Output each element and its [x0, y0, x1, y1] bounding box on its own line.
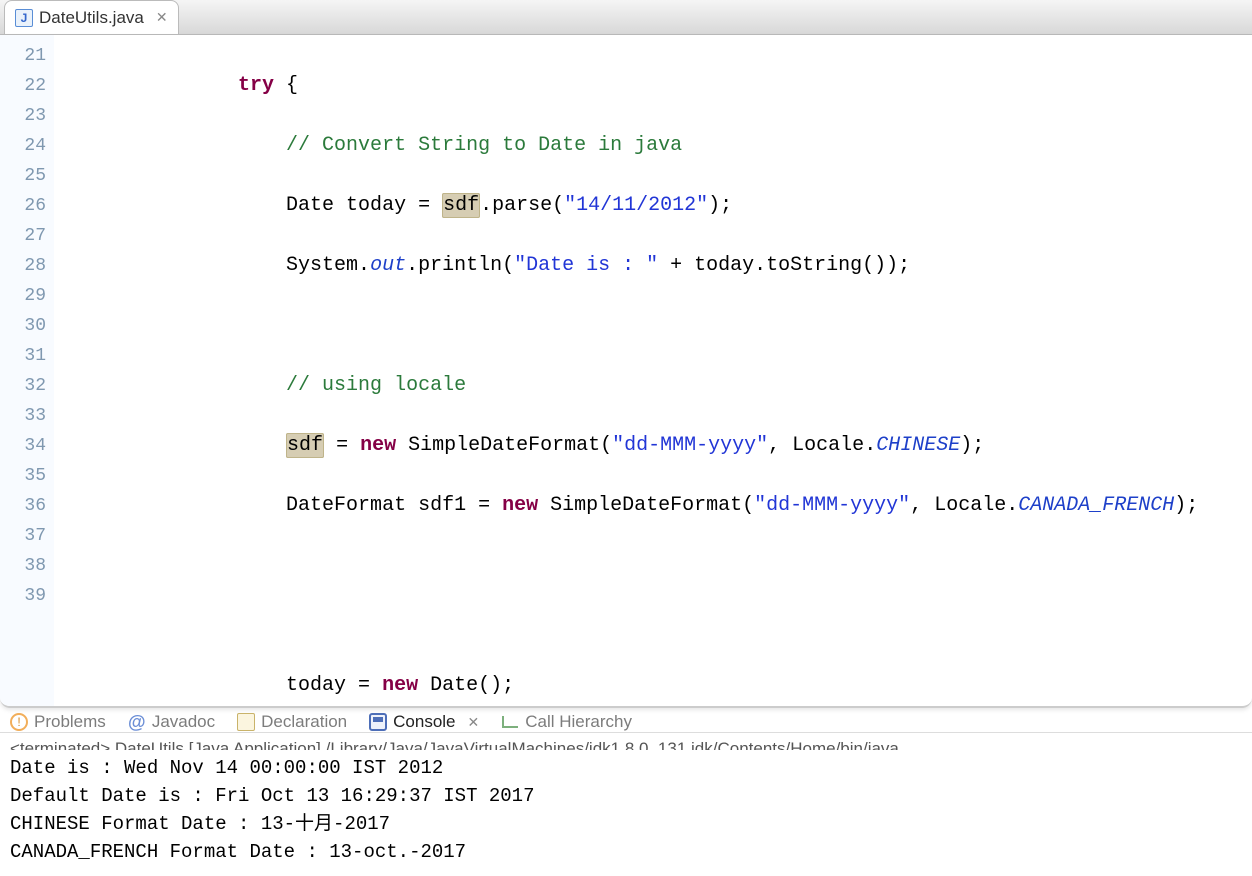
code-line: // Convert String to Date in java [70, 131, 1252, 161]
declaration-icon [237, 713, 255, 731]
tab-console-label: Console [393, 712, 455, 732]
code-line: sdf = new SimpleDateFormat("dd-MMM-yyyy"… [70, 431, 1252, 461]
tab-problems[interactable]: Problems [10, 712, 106, 732]
code-line [70, 311, 1252, 341]
call-hierarchy-icon [501, 713, 519, 731]
file-tab-label: DateUtils.java [39, 8, 144, 28]
code-line [70, 611, 1252, 641]
editor-tab-bar: J DateUtils.java ✕ [0, 0, 1252, 35]
java-file-icon: J [15, 9, 33, 27]
code-line: DateFormat sdf1 = new SimpleDateFormat("… [70, 491, 1252, 521]
code-line [70, 551, 1252, 581]
tab-declaration-label: Declaration [261, 712, 347, 732]
code-area[interactable]: try { // Convert String to Date in java … [54, 35, 1252, 706]
code-line: System.out.println("Date is : " + today.… [70, 251, 1252, 281]
tab-call-hierarchy-label: Call Hierarchy [525, 712, 632, 732]
code-editor[interactable]: 21 22 23 24 25 26 27 28 29 30 31 32 33 3… [0, 35, 1252, 708]
tab-javadoc-label: Javadoc [152, 712, 215, 732]
close-console-icon[interactable]: ✕ [468, 714, 480, 731]
console-icon [369, 713, 387, 731]
tab-console[interactable]: Console ✕ [369, 712, 479, 732]
javadoc-icon: @ [128, 713, 146, 731]
tab-declaration[interactable]: Declaration [237, 712, 347, 732]
code-line: // using locale [70, 371, 1252, 401]
code-line: try { [70, 71, 1252, 101]
code-line: Date today = sdf.parse("14/11/2012"); [70, 191, 1252, 221]
bottom-view-tabs: Problems @ Javadoc Declaration Console ✕… [0, 710, 1252, 733]
close-tab-icon[interactable]: ✕ [156, 9, 168, 26]
problems-icon [10, 713, 28, 731]
tab-call-hierarchy[interactable]: Call Hierarchy [501, 712, 632, 732]
code-line: today = new Date(); [70, 671, 1252, 701]
line-number-gutter: 21 22 23 24 25 26 27 28 29 30 31 32 33 3… [0, 35, 54, 706]
tab-problems-label: Problems [34, 712, 106, 732]
console-output[interactable]: Date is : Wed Nov 14 00:00:00 IST 2012 D… [0, 750, 1252, 876]
file-tab-dateutils[interactable]: J DateUtils.java ✕ [4, 0, 179, 34]
tab-javadoc[interactable]: @ Javadoc [128, 712, 215, 732]
console-header: <terminated> DateUtils [Java Application… [0, 733, 1252, 750]
